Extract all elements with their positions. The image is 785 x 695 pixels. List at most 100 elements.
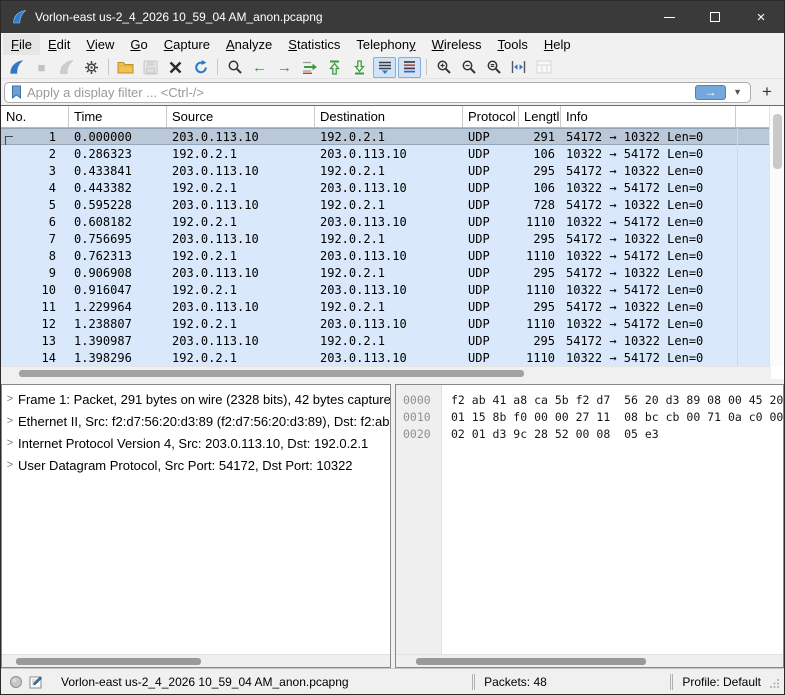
menu-analyze[interactable]: Analyze [218, 34, 280, 55]
detail-row-ip[interactable]: >Internet Protocol Version 4, Src: 203.0… [2, 432, 390, 454]
go-back-button[interactable]: ← [248, 57, 271, 78]
bytes-hscrollbar[interactable] [396, 654, 783, 667]
find-packet-button[interactable] [223, 57, 246, 78]
column-header-lengtl[interactable]: Lengtl [519, 106, 561, 127]
cell-info: 54172 → 10322 Len=0 [561, 300, 736, 314]
cell-no: 14 [1, 351, 69, 365]
vscroll-thumb[interactable] [773, 114, 782, 169]
packet-row-8[interactable]: 80.762313192.0.2.1203.0.113.10UDP1110103… [1, 247, 771, 264]
expand-chevron-icon[interactable]: > [2, 437, 18, 449]
bookmark-icon[interactable] [11, 85, 22, 99]
status-profile[interactable]: Profile: Default [682, 675, 761, 689]
zoom-out-icon [461, 59, 477, 75]
cell-lengtl: 106 [519, 181, 561, 195]
resize-grip-icon[interactable] [769, 677, 780, 688]
zoom-in-button[interactable] [432, 57, 455, 78]
packet-row-10[interactable]: 100.916047192.0.2.1203.0.113.10UDP111010… [1, 281, 771, 298]
detail-row-udp[interactable]: >User Datagram Protocol, Src Port: 54172… [2, 454, 390, 476]
packet-row-3[interactable]: 30.433841203.0.113.10192.0.2.1UDP2955417… [1, 162, 771, 179]
cell-info: 10322 → 54172 Len=0 [561, 181, 736, 195]
status-filename[interactable]: Vorlon-east us-2_4_2026 10_59_04 AM_anon… [61, 675, 349, 689]
hscroll-thumb[interactable] [19, 370, 524, 377]
packet-row-4[interactable]: 40.443382192.0.2.1203.0.113.10UDP1061032… [1, 179, 771, 196]
column-header-time[interactable]: Time [69, 106, 167, 127]
resize-columns-button[interactable] [507, 57, 530, 78]
menu-tools[interactable]: Tools [490, 34, 536, 55]
details-hscrollbar[interactable] [2, 654, 390, 667]
cell-protocol: UDP [463, 147, 519, 161]
menu-view[interactable]: View [78, 34, 122, 55]
minimize-button[interactable] [646, 1, 692, 33]
auto-scroll-button[interactable] [373, 57, 396, 78]
expand-chevron-icon[interactable]: > [2, 459, 18, 471]
display-filter-input[interactable]: Apply a display filter ... <Ctrl-/> → ▼ [4, 82, 751, 103]
packet-row-7[interactable]: 70.756695203.0.113.10192.0.2.1UDP2955417… [1, 230, 771, 247]
cell-destination: 192.0.2.1 [315, 164, 463, 178]
menu-statistics[interactable]: Statistics [280, 34, 348, 55]
menu-capture[interactable]: Capture [156, 34, 218, 55]
cell-lengtl: 295 [519, 164, 561, 178]
hex-row-0000[interactable]: 0000f2 ab 41 a8 ca 5b f2 d7 56 20 d3 89 … [396, 391, 783, 408]
menu-go[interactable]: Go [122, 34, 155, 55]
cell-protocol: UDP [463, 249, 519, 263]
column-header-source[interactable]: Source [167, 106, 315, 127]
menu-wireless[interactable]: Wireless [424, 34, 490, 55]
close-button[interactable]: × [738, 1, 784, 33]
menu-help[interactable]: Help [536, 34, 579, 55]
cell-protocol: UDP [463, 351, 519, 365]
detail-row-ethernet[interactable]: >Ethernet II, Src: f2:d7:56:20:d3:89 (f2… [2, 410, 390, 432]
apply-filter-button[interactable]: → [695, 85, 726, 100]
packet-list-vscrollbar[interactable] [769, 106, 784, 366]
packet-row-5[interactable]: 50.595228203.0.113.10192.0.2.1UDP7285417… [1, 196, 771, 213]
cell-protocol: UDP [463, 266, 519, 280]
capture-options-button[interactable] [80, 57, 103, 78]
cell-time: 0.443382 [69, 181, 167, 195]
add-filter-button[interactable]: + [755, 82, 779, 103]
go-to-packet-button[interactable] [298, 57, 321, 78]
hex-offset-label: 0020 [396, 427, 442, 441]
hex-row-0020[interactable]: 002002 01 d3 9c 28 52 00 08 05 e3 [396, 425, 783, 442]
packet-list-hscrollbar[interactable] [1, 366, 771, 379]
filter-dropdown-icon[interactable]: ▼ [726, 87, 747, 97]
packet-row-1[interactable]: 10.000000203.0.113.10192.0.2.1UDP2915417… [1, 128, 771, 145]
start-capture-button[interactable] [5, 57, 28, 78]
go-first-packet-button[interactable] [323, 57, 346, 78]
go-last-packet-button[interactable] [348, 57, 371, 78]
zoom-original-button[interactable] [482, 57, 505, 78]
expand-chevron-icon[interactable]: > [2, 415, 18, 427]
hex-row-0010[interactable]: 001001 15 8b f0 00 00 27 11 08 bc cb 00 … [396, 408, 783, 425]
cell-protocol: UDP [463, 334, 519, 348]
packet-row-2[interactable]: 20.286323192.0.2.1203.0.113.10UDP1061032… [1, 145, 771, 162]
zoom-out-button[interactable] [457, 57, 480, 78]
column-header-no[interactable]: No. [1, 106, 69, 127]
column-header-protocol[interactable]: Protocol [463, 106, 519, 127]
title-bar: Vorlon-east us-2_4_2026 10_59_04 AM_anon… [1, 1, 784, 33]
packet-row-14[interactable]: 141.398296192.0.2.1203.0.113.10UDP111010… [1, 349, 771, 366]
menu-file[interactable]: File [3, 34, 40, 55]
cell-info: 10322 → 54172 Len=0 [561, 147, 736, 161]
colorize-packets-button[interactable] [398, 57, 421, 78]
bytes-hscroll-thumb[interactable] [416, 658, 646, 665]
status-packet-count[interactable]: Packets: 48 [484, 675, 547, 689]
menu-telephony[interactable]: Telephony [348, 34, 423, 55]
capture-status-icon[interactable] [9, 675, 23, 689]
packet-row-12[interactable]: 121.238807192.0.2.1203.0.113.10UDP111010… [1, 315, 771, 332]
column-header-info[interactable]: Info [561, 106, 736, 127]
reload-file-button[interactable] [189, 57, 212, 78]
cell-info: 54172 → 10322 Len=0 [561, 232, 736, 246]
capture-comments-icon[interactable] [29, 675, 43, 689]
menu-edit[interactable]: Edit [40, 34, 78, 55]
open-file-button[interactable] [114, 57, 137, 78]
packet-row-13[interactable]: 131.390987203.0.113.10192.0.2.1UDP295541… [1, 332, 771, 349]
expand-chevron-icon[interactable]: > [2, 393, 18, 405]
column-header-destination[interactable]: Destination [315, 106, 463, 127]
packet-row-9[interactable]: 90.906908203.0.113.10192.0.2.1UDP2955417… [1, 264, 771, 281]
details-hscroll-thumb[interactable] [16, 658, 201, 665]
maximize-button[interactable] [692, 1, 738, 33]
packet-row-6[interactable]: 60.608182192.0.2.1203.0.113.10UDP1110103… [1, 213, 771, 230]
packet-row-11[interactable]: 111.229964203.0.113.10192.0.2.1UDP295541… [1, 298, 771, 315]
toolbar-separator [217, 59, 218, 75]
go-forward-button[interactable]: → [273, 57, 296, 78]
close-file-button[interactable] [164, 57, 187, 78]
detail-row-frame[interactable]: >Frame 1: Packet, 291 bytes on wire (232… [2, 388, 390, 410]
